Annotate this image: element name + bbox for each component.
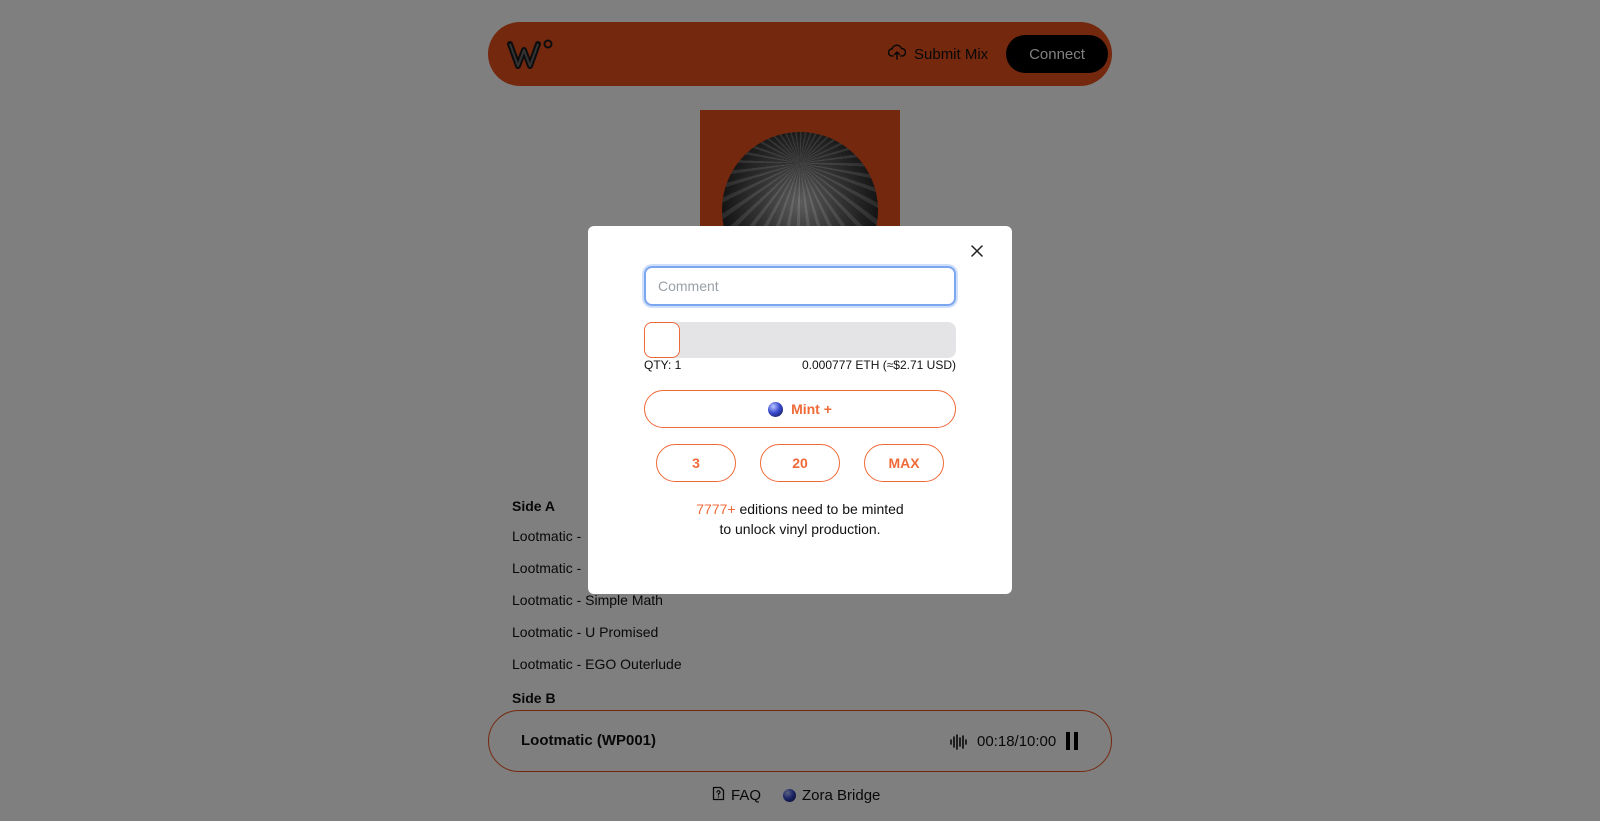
- preset-max-button[interactable]: MAX: [864, 444, 944, 482]
- mint-dialog: QTY: 1 0.000777 ETH (≈$2.71 USD) Mint + …: [588, 226, 1012, 594]
- quantity-label: QTY: 1: [644, 358, 682, 372]
- mint-button[interactable]: Mint +: [644, 390, 956, 428]
- quantity-presets: 3 20 MAX: [656, 444, 944, 482]
- preset-3-button[interactable]: 3: [656, 444, 736, 482]
- note-line-1: editions need to be minted: [735, 501, 904, 517]
- comment-input[interactable]: [644, 266, 956, 306]
- mint-button-label: Mint +: [791, 401, 832, 417]
- vinyl-unlock-note: 7777+ editions need to be minted to unlo…: [588, 499, 1012, 539]
- price-label: 0.000777 ETH (≈$2.71 USD): [802, 358, 956, 372]
- quantity-slider[interactable]: [644, 322, 956, 358]
- zora-orb-icon: [768, 401, 784, 417]
- preset-20-button[interactable]: 20: [760, 444, 840, 482]
- note-line-2: to unlock vinyl production.: [719, 521, 881, 537]
- editions-count: 7777+: [696, 501, 736, 517]
- close-icon[interactable]: [966, 240, 988, 262]
- quantity-slider-thumb[interactable]: [644, 322, 680, 358]
